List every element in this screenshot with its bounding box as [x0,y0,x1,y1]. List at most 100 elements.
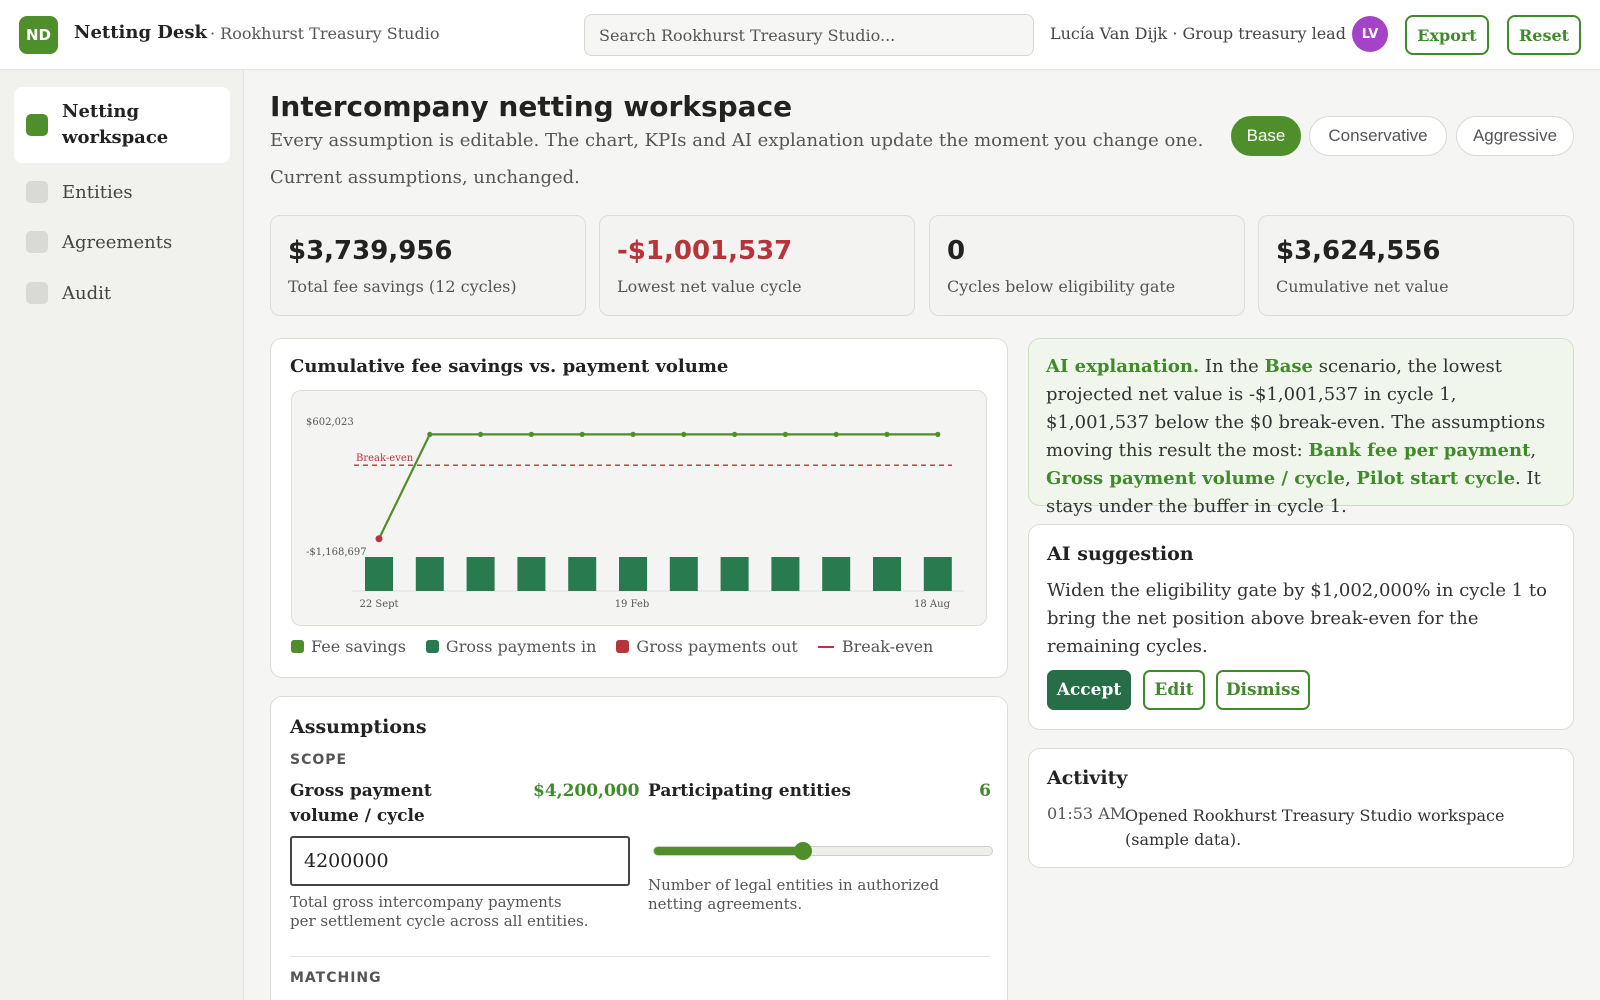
bar-gross-payments-in [619,557,647,591]
dismiss-button[interactable]: Dismiss [1216,670,1310,710]
legend-item-gross-payments-in: Gross payments in [425,637,596,656]
fee-savings-point [732,431,738,437]
fee-savings-point [884,431,890,437]
chart-title: Cumulative fee savings vs. payment volum… [290,356,729,377]
workspace-name: · Rookhurst Treasury Studio [210,24,440,43]
fee-savings-point [833,431,839,437]
slider-thumb[interactable] [793,842,812,860]
legend-item-gross-payments-out: Gross payments out [616,637,798,656]
activity-card: Activity 01:53 AM Opened Rookhurst Treas… [1028,748,1574,868]
bar-gross-payments-in [720,557,749,591]
chart-card: Cumulative fee savings vs. payment volum… [270,338,1008,678]
bar-gross-payments-in [568,557,597,591]
assumptions-title: Assumptions [290,716,427,738]
activity-text: Opened Rookhurst Treasury Studio workspa… [1125,806,1505,849]
driver-pilot-start-link[interactable]: Pilot start cycle [1356,468,1515,489]
activity-title: Activity [1047,767,1128,789]
scenario-aggressive-button[interactable]: Aggressive [1456,116,1574,156]
kpi-label: Total fee savings (12 cycles) [288,277,517,296]
entities-slider[interactable] [653,842,993,860]
avatar[interactable]: LV [1352,16,1388,52]
kpi-total-fee-savings: $3,739,956 Total fee savings (12 cycles) [270,215,586,316]
bar-gross-payments-in [822,557,851,591]
bar-gross-payments-in [669,557,698,591]
legend-label: Gross payments out [636,637,798,656]
gpv-label: Gross payment volume / cycle [290,781,432,826]
sidebar-item-agreements[interactable]: Agreements [14,222,230,262]
scenario-name: Base [1264,356,1314,377]
ai-suggestion-card: AI suggestion Widen the eligibility gate… [1028,524,1574,730]
gpv-value: $4,200,000 [533,781,640,801]
legend-swatch [616,640,630,653]
sidebar-item-entities[interactable]: Entities [14,172,230,212]
y-tick-label: $602,023 [306,417,354,428]
entities-icon [26,181,48,203]
driver-bank-fee-link[interactable]: Bank fee per payment [1308,440,1530,461]
fee-savings-point [375,535,383,543]
page-title: Intercompany netting workspace [270,90,793,123]
sidebar-item-audit[interactable]: Audit [14,273,230,313]
sidebar-item-label: Netting workspace [62,101,169,148]
sidebar-item-label: Agreements [62,231,173,253]
scenario-base-button[interactable]: Base [1231,116,1301,156]
kpi-value: $3,739,956 [288,236,453,266]
ai-explanation-text: AI explanation. In the Base scenario, th… [1046,353,1556,521]
accept-button[interactable]: Accept [1047,670,1131,710]
fee-savings-point [528,431,534,437]
sidebar: Netting workspace Entities Agreements Au… [0,70,244,1000]
fee-savings-point [782,431,788,437]
text-run: In the [1199,356,1265,377]
kpi-value: 0 [947,236,966,266]
bar-gross-payments-in [873,557,901,591]
user-name: Lucía Van Dijk · Group treasury lead [1050,24,1346,43]
activity-time: 01:53 AM [1047,804,1127,823]
agreements-icon [26,231,48,253]
sidebar-item-netting-workspace[interactable]: Netting workspace [14,87,230,163]
text-run: , [1530,440,1537,461]
app-logo: ND [19,16,58,54]
legend-item-break-even: Break-even [817,637,933,656]
fee-savings-point [478,431,484,437]
x-tick-label: 22 Sept [359,599,398,610]
fee-savings-line [378,433,938,540]
kpi-value: -$1,001,537 [617,236,793,266]
entities-label: Participating entities [648,781,851,801]
ai-suggestion-text: Widen the eligibility gate by $1,002,000… [1047,580,1547,657]
x-tick-label: 18 Aug [914,599,951,610]
kpi-cumulative-net-value: $3,624,556 Cumulative net value [1258,215,1574,316]
bar-gross-payments-in [365,557,393,591]
fee-savings-point [935,431,941,437]
kpi-label: Cycles below eligibility gate [947,277,1176,296]
fee-savings-point [427,431,433,437]
kpi-label: Lowest net value cycle [617,277,802,296]
kpi-lowest-net-value: -$1,001,537 Lowest net value cycle [599,215,915,316]
legend-item-fee-savings: Fee savings [291,637,406,656]
edit-button[interactable]: Edit [1143,670,1205,710]
assumptions-status: Current assumptions, unchanged. [270,167,580,188]
driver-gpv-link[interactable]: Gross payment volume / cycle [1046,468,1345,489]
chart-legend: Fee savings Gross payments in Gross paym… [291,637,953,656]
legend-label: Fee savings [311,637,406,656]
entities-help: Number of legal entities in authorized n… [648,876,939,913]
ai-explanation-lead: AI explanation. [1046,356,1200,377]
sidebar-item-label: Entities [62,181,133,203]
bar-gross-payments-in [466,557,495,591]
search-input[interactable] [584,14,1034,56]
gpv-input[interactable] [290,836,630,886]
page-subtitle: Every assumption is editable. The chart,… [270,130,1204,151]
bar-gross-payments-in [517,557,546,591]
sidebar-item-label: Audit [62,282,112,304]
export-button[interactable]: Export [1405,15,1489,55]
reset-button[interactable]: Reset [1507,15,1581,55]
scenario-conservative-button[interactable]: Conservative [1309,116,1447,156]
ai-explanation-card: AI explanation. In the Base scenario, th… [1028,338,1574,517]
x-tick-label: 19 Feb [615,599,650,610]
fee-savings-point [630,431,636,437]
fee-savings-point [579,431,585,437]
section-divider [290,956,990,957]
legend-swatch [817,645,834,648]
bar-gross-payments-in [771,557,800,591]
break-even-label: Break-even [356,453,414,464]
fee-savings-chart: $602,023 -$1,168,697 Break-even 22 Sept 19 F… [306,417,964,610]
gpv-help: Total gross intercompany payments per se… [290,893,589,930]
